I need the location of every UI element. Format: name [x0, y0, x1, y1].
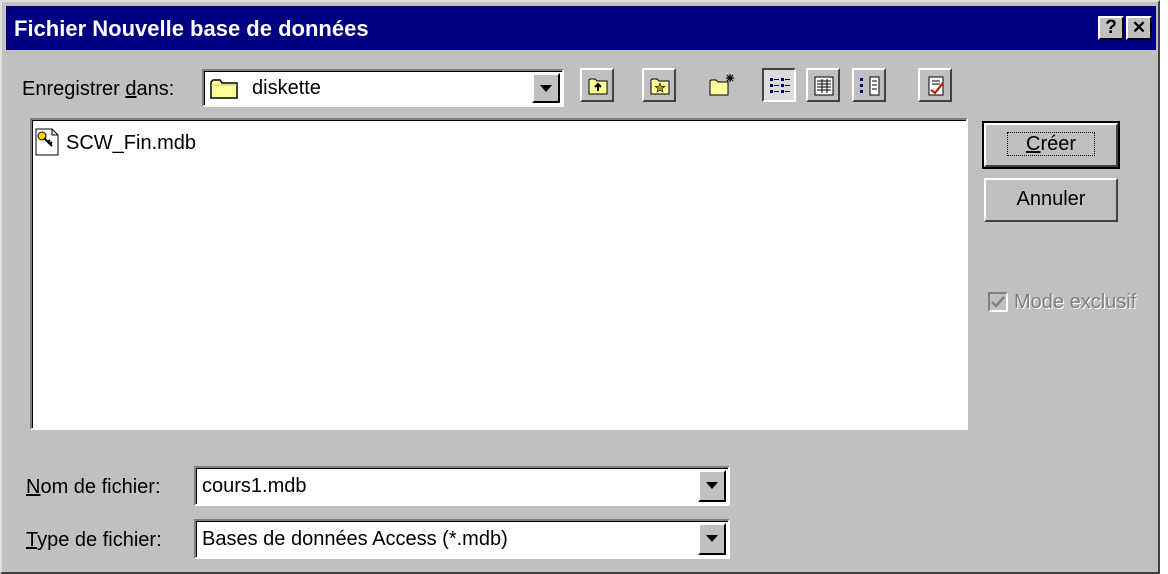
title-bar[interactable]: Fichier Nouvelle base de données ? ✕	[6, 6, 1156, 50]
file-type-value: Bases de données Access (*.mdb)	[202, 528, 508, 550]
file-type-combo[interactable]: Bases de données Access (*.mdb)	[194, 519, 730, 559]
list-view-button[interactable]	[762, 68, 796, 102]
save-in-label: Enregistrer dans:	[22, 78, 175, 100]
file-name-label: Nom de fichier:	[26, 476, 161, 498]
file-name: SCW_Fin.mdb	[66, 132, 197, 154]
file-type-dropdown-button[interactable]	[698, 523, 726, 555]
file-name-field[interactable]: cours1.mdb	[194, 466, 730, 506]
checkmark-icon	[991, 296, 1005, 308]
exclusive-mode-label: Mode exclusif	[1014, 291, 1137, 313]
properties-view-button[interactable]	[852, 68, 886, 102]
close-button[interactable]: ✕	[1126, 16, 1152, 40]
save-in-combo[interactable]: diskette	[202, 69, 564, 107]
commands-button[interactable]	[918, 68, 952, 102]
file-name-input[interactable]: cours1.mdb	[202, 475, 307, 498]
new-folder-button[interactable]	[704, 68, 738, 102]
file-list[interactable]: SCW_Fin.mdb	[30, 118, 968, 430]
file-name-dropdown-button[interactable]	[698, 470, 726, 502]
checkbox-box[interactable]	[988, 292, 1008, 312]
new-database-dialog: Fichier Nouvelle base de données ? ✕ Enr…	[0, 0, 1160, 574]
save-in-value: diskette	[252, 77, 321, 99]
cancel-button[interactable]: Annuler	[984, 178, 1118, 222]
create-button[interactable]: Créer	[982, 121, 1120, 169]
details-view-button[interactable]	[806, 68, 840, 102]
database-file-icon	[34, 128, 60, 161]
folder-icon	[210, 77, 238, 104]
help-button[interactable]: ?	[1098, 16, 1124, 40]
favorites-button[interactable]	[642, 68, 676, 102]
file-type-label: Type de fichier:	[26, 529, 162, 551]
window-title: Fichier Nouvelle base de données	[14, 16, 369, 41]
up-one-level-button[interactable]	[580, 68, 614, 102]
save-in-dropdown-button[interactable]	[532, 73, 560, 103]
